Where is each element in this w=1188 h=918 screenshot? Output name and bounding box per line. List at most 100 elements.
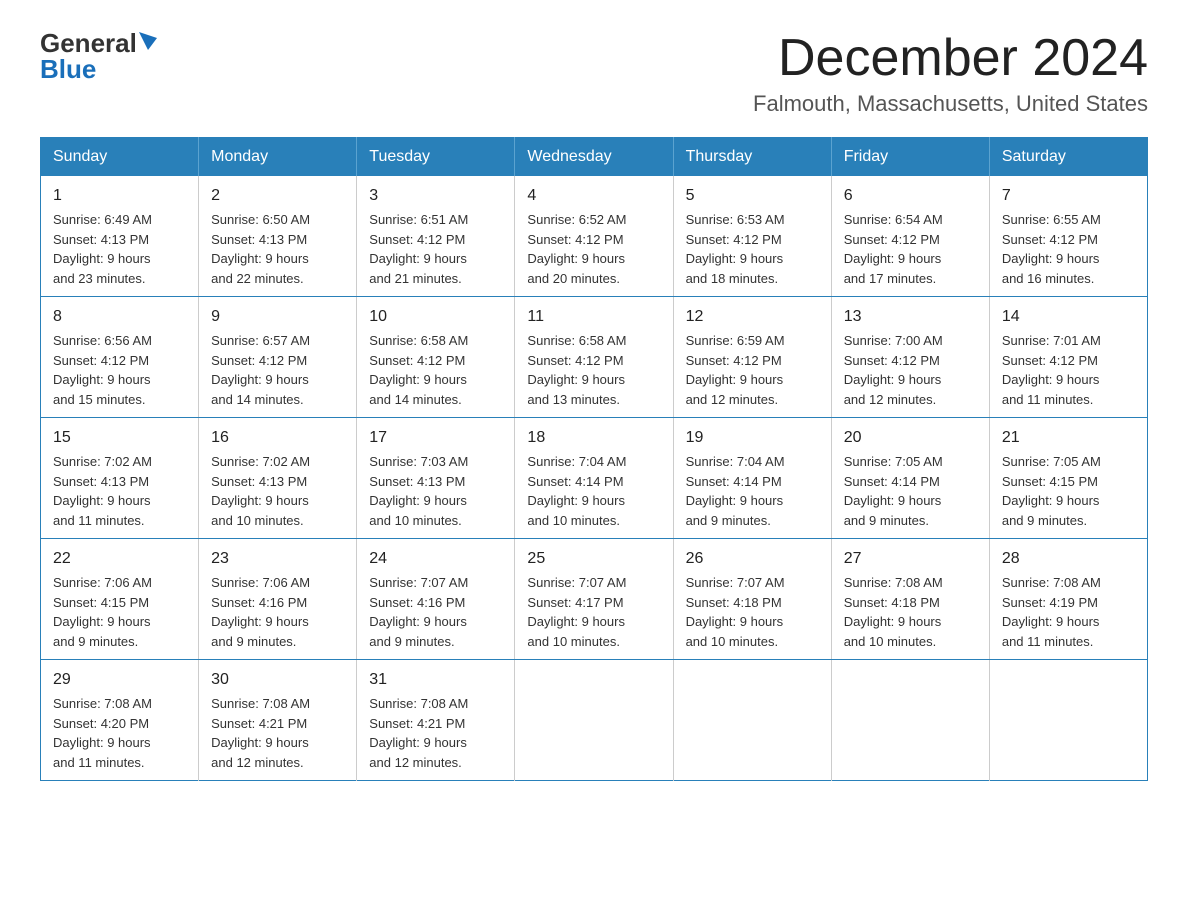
calendar-cell: 7Sunrise: 6:55 AMSunset: 4:12 PMDaylight… (989, 176, 1147, 297)
calendar-cell: 20Sunrise: 7:05 AMSunset: 4:14 PMDayligh… (831, 418, 989, 539)
week-row-2: 8Sunrise: 6:56 AMSunset: 4:12 PMDaylight… (41, 297, 1148, 418)
day-number: 12 (686, 305, 819, 329)
day-number: 13 (844, 305, 977, 329)
calendar-cell: 13Sunrise: 7:00 AMSunset: 4:12 PMDayligh… (831, 297, 989, 418)
calendar-cell: 14Sunrise: 7:01 AMSunset: 4:12 PMDayligh… (989, 297, 1147, 418)
day-info: Sunrise: 6:56 AMSunset: 4:12 PMDaylight:… (53, 331, 186, 409)
week-row-4: 22Sunrise: 7:06 AMSunset: 4:15 PMDayligh… (41, 539, 1148, 660)
day-info: Sunrise: 7:01 AMSunset: 4:12 PMDaylight:… (1002, 331, 1135, 409)
calendar-cell: 19Sunrise: 7:04 AMSunset: 4:14 PMDayligh… (673, 418, 831, 539)
day-info: Sunrise: 6:53 AMSunset: 4:12 PMDaylight:… (686, 210, 819, 288)
calendar-cell: 29Sunrise: 7:08 AMSunset: 4:20 PMDayligh… (41, 660, 199, 781)
day-number: 9 (211, 305, 344, 329)
header-monday: Monday (199, 138, 357, 177)
calendar-cell: 22Sunrise: 7:06 AMSunset: 4:15 PMDayligh… (41, 539, 199, 660)
calendar-cell: 1Sunrise: 6:49 AMSunset: 4:13 PMDaylight… (41, 176, 199, 297)
day-number: 3 (369, 184, 502, 208)
day-number: 18 (527, 426, 660, 450)
day-number: 1 (53, 184, 186, 208)
title-section: December 2024 Falmouth, Massachusetts, U… (753, 30, 1148, 117)
day-number: 16 (211, 426, 344, 450)
day-number: 4 (527, 184, 660, 208)
calendar-cell: 8Sunrise: 6:56 AMSunset: 4:12 PMDaylight… (41, 297, 199, 418)
day-info: Sunrise: 7:08 AMSunset: 4:19 PMDaylight:… (1002, 573, 1135, 651)
day-info: Sunrise: 7:05 AMSunset: 4:15 PMDaylight:… (1002, 452, 1135, 530)
month-title: December 2024 (753, 30, 1148, 87)
day-info: Sunrise: 6:59 AMSunset: 4:12 PMDaylight:… (686, 331, 819, 409)
day-info: Sunrise: 7:03 AMSunset: 4:13 PMDaylight:… (369, 452, 502, 530)
calendar-cell: 16Sunrise: 7:02 AMSunset: 4:13 PMDayligh… (199, 418, 357, 539)
day-info: Sunrise: 7:04 AMSunset: 4:14 PMDaylight:… (686, 452, 819, 530)
day-number: 20 (844, 426, 977, 450)
day-info: Sunrise: 6:49 AMSunset: 4:13 PMDaylight:… (53, 210, 186, 288)
day-number: 19 (686, 426, 819, 450)
day-number: 29 (53, 668, 186, 692)
calendar-cell: 28Sunrise: 7:08 AMSunset: 4:19 PMDayligh… (989, 539, 1147, 660)
calendar-cell (989, 660, 1147, 781)
day-info: Sunrise: 7:07 AMSunset: 4:16 PMDaylight:… (369, 573, 502, 651)
calendar-cell (831, 660, 989, 781)
calendar-cell: 4Sunrise: 6:52 AMSunset: 4:12 PMDaylight… (515, 176, 673, 297)
calendar-cell: 17Sunrise: 7:03 AMSunset: 4:13 PMDayligh… (357, 418, 515, 539)
day-info: Sunrise: 6:51 AMSunset: 4:12 PMDaylight:… (369, 210, 502, 288)
day-number: 2 (211, 184, 344, 208)
calendar-cell: 15Sunrise: 7:02 AMSunset: 4:13 PMDayligh… (41, 418, 199, 539)
day-number: 21 (1002, 426, 1135, 450)
week-row-3: 15Sunrise: 7:02 AMSunset: 4:13 PMDayligh… (41, 418, 1148, 539)
header-tuesday: Tuesday (357, 138, 515, 177)
day-number: 11 (527, 305, 660, 329)
day-info: Sunrise: 7:05 AMSunset: 4:14 PMDaylight:… (844, 452, 977, 530)
day-number: 10 (369, 305, 502, 329)
location-title: Falmouth, Massachusetts, United States (753, 91, 1148, 117)
day-number: 14 (1002, 305, 1135, 329)
day-info: Sunrise: 7:02 AMSunset: 4:13 PMDaylight:… (53, 452, 186, 530)
calendar-cell: 12Sunrise: 6:59 AMSunset: 4:12 PMDayligh… (673, 297, 831, 418)
calendar-cell: 21Sunrise: 7:05 AMSunset: 4:15 PMDayligh… (989, 418, 1147, 539)
day-info: Sunrise: 7:06 AMSunset: 4:16 PMDaylight:… (211, 573, 344, 651)
day-number: 31 (369, 668, 502, 692)
calendar-cell: 6Sunrise: 6:54 AMSunset: 4:12 PMDaylight… (831, 176, 989, 297)
calendar-cell (673, 660, 831, 781)
calendar-cell: 2Sunrise: 6:50 AMSunset: 4:13 PMDaylight… (199, 176, 357, 297)
day-info: Sunrise: 7:08 AMSunset: 4:20 PMDaylight:… (53, 694, 186, 772)
day-info: Sunrise: 6:52 AMSunset: 4:12 PMDaylight:… (527, 210, 660, 288)
week-row-5: 29Sunrise: 7:08 AMSunset: 4:20 PMDayligh… (41, 660, 1148, 781)
day-number: 5 (686, 184, 819, 208)
day-number: 8 (53, 305, 186, 329)
calendar-cell: 24Sunrise: 7:07 AMSunset: 4:16 PMDayligh… (357, 539, 515, 660)
logo-general: General (40, 30, 137, 56)
day-number: 23 (211, 547, 344, 571)
calendar-cell: 9Sunrise: 6:57 AMSunset: 4:12 PMDaylight… (199, 297, 357, 418)
day-info: Sunrise: 6:50 AMSunset: 4:13 PMDaylight:… (211, 210, 344, 288)
day-number: 6 (844, 184, 977, 208)
calendar-cell (515, 660, 673, 781)
day-info: Sunrise: 7:06 AMSunset: 4:15 PMDaylight:… (53, 573, 186, 651)
page-header: General Blue December 2024 Falmouth, Mas… (40, 30, 1148, 117)
day-info: Sunrise: 6:58 AMSunset: 4:12 PMDaylight:… (369, 331, 502, 409)
day-number: 7 (1002, 184, 1135, 208)
calendar-cell: 27Sunrise: 7:08 AMSunset: 4:18 PMDayligh… (831, 539, 989, 660)
calendar-cell: 11Sunrise: 6:58 AMSunset: 4:12 PMDayligh… (515, 297, 673, 418)
day-number: 27 (844, 547, 977, 571)
calendar-cell: 30Sunrise: 7:08 AMSunset: 4:21 PMDayligh… (199, 660, 357, 781)
calendar-cell: 26Sunrise: 7:07 AMSunset: 4:18 PMDayligh… (673, 539, 831, 660)
calendar-cell: 5Sunrise: 6:53 AMSunset: 4:12 PMDaylight… (673, 176, 831, 297)
day-info: Sunrise: 6:57 AMSunset: 4:12 PMDaylight:… (211, 331, 344, 409)
calendar-header-row: SundayMondayTuesdayWednesdayThursdayFrid… (41, 138, 1148, 177)
day-info: Sunrise: 7:08 AMSunset: 4:21 PMDaylight:… (211, 694, 344, 772)
day-info: Sunrise: 7:07 AMSunset: 4:18 PMDaylight:… (686, 573, 819, 651)
logo-triangle-icon (139, 32, 157, 50)
day-info: Sunrise: 6:55 AMSunset: 4:12 PMDaylight:… (1002, 210, 1135, 288)
day-info: Sunrise: 7:08 AMSunset: 4:18 PMDaylight:… (844, 573, 977, 651)
calendar-table: SundayMondayTuesdayWednesdayThursdayFrid… (40, 137, 1148, 781)
header-saturday: Saturday (989, 138, 1147, 177)
calendar-cell: 18Sunrise: 7:04 AMSunset: 4:14 PMDayligh… (515, 418, 673, 539)
day-number: 22 (53, 547, 186, 571)
day-info: Sunrise: 7:02 AMSunset: 4:13 PMDaylight:… (211, 452, 344, 530)
calendar-cell: 25Sunrise: 7:07 AMSunset: 4:17 PMDayligh… (515, 539, 673, 660)
logo: General Blue (40, 30, 157, 82)
day-info: Sunrise: 7:07 AMSunset: 4:17 PMDaylight:… (527, 573, 660, 651)
day-info: Sunrise: 6:54 AMSunset: 4:12 PMDaylight:… (844, 210, 977, 288)
day-info: Sunrise: 7:00 AMSunset: 4:12 PMDaylight:… (844, 331, 977, 409)
header-friday: Friday (831, 138, 989, 177)
